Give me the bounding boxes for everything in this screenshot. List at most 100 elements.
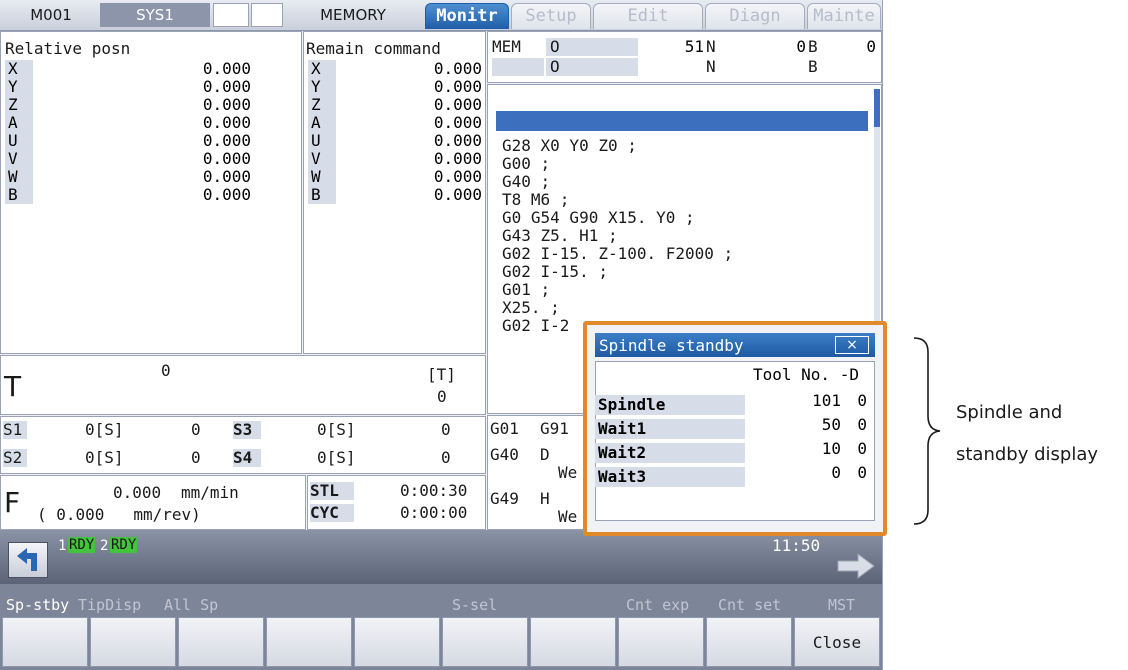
program-line: G28 X0 Y0 Z0 ;: [502, 136, 637, 155]
next-arrow-icon[interactable]: [836, 552, 880, 580]
modal-d: D: [540, 445, 550, 464]
rel-value-b: 0.000: [202, 185, 251, 204]
rel-axis-v: V: [5, 150, 33, 168]
spindle-s4-label: S4: [233, 449, 261, 467]
scrollbar-thumb[interactable]: [874, 89, 880, 127]
n-value: 0: [796, 37, 806, 56]
rem-axis-a: A: [308, 114, 336, 132]
menu-mst[interactable]: MST: [828, 596, 855, 614]
stl-label: STL: [310, 482, 354, 500]
cyc-value: 0:00:00: [400, 503, 468, 522]
popup-row-label-wait1: Wait1: [595, 419, 745, 439]
spindle-s1-label: S1: [3, 421, 27, 439]
tab-edit[interactable]: Edit: [593, 3, 703, 29]
popup-row-d-wait1: 0: [857, 415, 867, 434]
tab-setup[interactable]: Setup: [511, 3, 591, 29]
stl-value: 0:00:30: [400, 481, 468, 500]
program-line: G00 ;: [502, 154, 551, 173]
close-menu-button[interactable]: Close: [794, 617, 880, 667]
rel-value-w: 0.000: [202, 167, 251, 186]
status-bar: 1 RDY 2 RDY 11:50: [0, 530, 882, 584]
rem-axis-z: Z: [308, 96, 336, 114]
menu-cnt-exp[interactable]: Cnt exp: [626, 596, 689, 614]
program-line: G40 ;: [502, 172, 551, 191]
o-label: O: [550, 37, 560, 56]
function-key-7[interactable]: [530, 617, 616, 667]
current-line-cursor: [496, 111, 868, 131]
o-value: 51: [684, 37, 704, 56]
function-key-3[interactable]: [178, 617, 264, 667]
feed-label: F: [4, 486, 21, 519]
popup-row-label-spindle: Spindle: [595, 395, 745, 415]
program-line: T8 M6 ;: [502, 190, 570, 209]
relative-position-title: Relative posn: [5, 39, 131, 58]
n2-label: N: [706, 57, 716, 76]
rel-axis-z: Z: [5, 96, 33, 114]
program-line: X25. ;: [502, 298, 560, 317]
program-line: G43 Z5. H1 ;: [502, 226, 618, 245]
spindle-s1-speed: 0[S]: [85, 420, 124, 439]
rel-axis-b: B: [5, 186, 33, 204]
cyc-label: CYC: [310, 504, 354, 522]
modal-we1: We: [558, 463, 578, 482]
popup-row-tool-spindle: 101: [812, 391, 841, 410]
function-key-9[interactable]: [706, 617, 792, 667]
b-value: 0: [866, 37, 876, 56]
return-arrow-icon: [17, 548, 37, 571]
modal-g01: G01: [490, 419, 519, 438]
menu-s-sel[interactable]: S-sel: [452, 596, 497, 614]
clock: 11:50: [772, 536, 821, 555]
rem-axis-y: Y: [308, 78, 336, 96]
rem-value-y: 0.000: [433, 77, 482, 96]
back-button[interactable]: [8, 542, 48, 578]
status-box-1: [213, 3, 249, 27]
rem-axis-x: X: [308, 60, 336, 78]
o-field: [546, 38, 638, 56]
function-key-2[interactable]: [90, 617, 176, 667]
spindle-standby-popup: Spindle standby × Tool No. -D Spindle 10…: [583, 321, 887, 536]
rem-axis-w: W: [308, 168, 336, 186]
menu-sp-stby[interactable]: Sp-stby: [6, 596, 69, 614]
popup-row-tool-wait2: 10: [821, 439, 841, 458]
run-mode: MEM: [492, 37, 521, 56]
rem-value-b: 0.000: [433, 185, 482, 204]
tab-monitor[interactable]: Monitr: [425, 3, 509, 29]
function-key-8[interactable]: [618, 617, 704, 667]
feed-unit: mm/min: [181, 483, 239, 502]
menu-cnt-set[interactable]: Cnt set: [718, 596, 781, 614]
rel-value-z: 0.000: [202, 95, 251, 114]
system-name: SYS1: [100, 3, 210, 27]
rem-value-v: 0.000: [433, 149, 482, 168]
menu-all-sp[interactable]: All Sp: [164, 596, 218, 614]
n-label: N: [706, 37, 716, 56]
popup-close-button[interactable]: ×: [835, 336, 869, 354]
popup-title: Spindle standby: [599, 336, 744, 355]
spindle-s4-speed: 0[S]: [317, 448, 356, 467]
program-line: G0 G54 G90 X15. Y0 ;: [502, 208, 695, 227]
spindle-s3-label: S3: [233, 421, 261, 439]
modal-h: H: [540, 489, 550, 508]
remain-command-panel: Remain command X 0.000 Y 0.000 Z 0.000 A…: [303, 31, 486, 354]
function-key-4[interactable]: [266, 617, 352, 667]
spindle-s2-speed: 0[S]: [85, 448, 124, 467]
rel-axis-w: W: [5, 168, 33, 186]
tool-bracket-value: 0: [437, 387, 447, 406]
feed-rev: ( 0.000 mm/rev): [37, 505, 201, 524]
popup-row-d-wait3: 0: [857, 463, 867, 482]
rem-axis-u: U: [308, 132, 336, 150]
function-key-6[interactable]: [442, 617, 528, 667]
program-number: M001: [30, 6, 72, 24]
menu-tipdisp[interactable]: TipDisp: [78, 596, 141, 614]
rdy1-number: 1: [58, 538, 67, 554]
time-panel: STL 0:00:30 CYC 0:00:00: [307, 475, 486, 530]
rel-axis-u: U: [5, 132, 33, 150]
rel-value-x: 0.000: [202, 59, 251, 78]
tab-diagnosis[interactable]: Diagn: [705, 3, 805, 29]
spindle-s2-label: S2: [3, 449, 27, 467]
function-key-1[interactable]: [2, 617, 88, 667]
tab-maintenance[interactable]: Mainte: [807, 3, 881, 29]
top-bar: M001 SYS1 MEMORY Monitr Setup Edit Diagn…: [0, 0, 882, 31]
rdy2-badge: RDY: [110, 537, 138, 553]
rem-value-z: 0.000: [433, 95, 482, 114]
function-key-5[interactable]: [354, 617, 440, 667]
